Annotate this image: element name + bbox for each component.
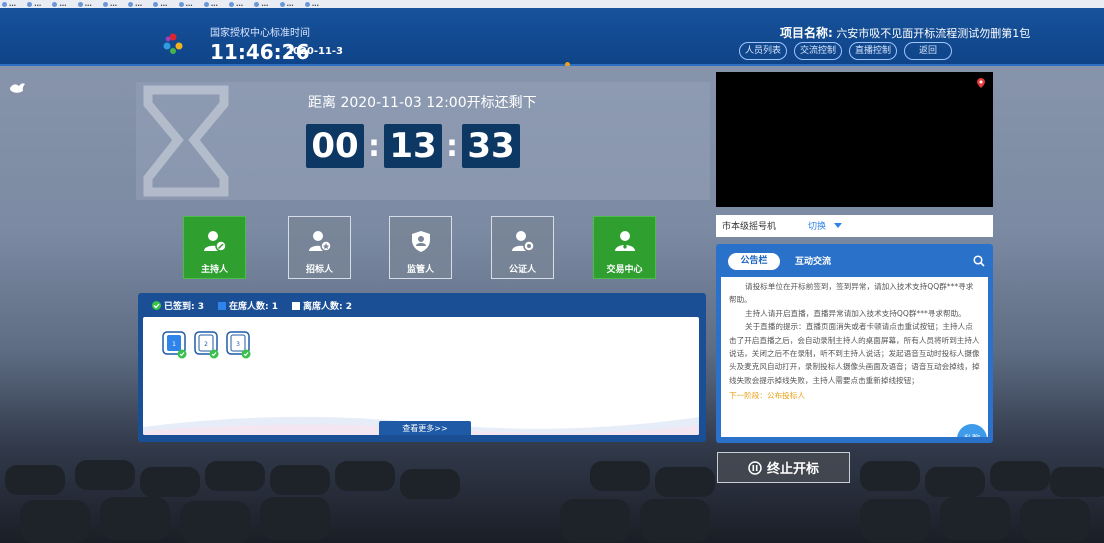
notice-paragraph: 请投标单位在开标前签到，签到异常，请加入技术支持QQ群***寻求帮助。 bbox=[729, 282, 974, 305]
absent-count: 离席人数: 2 bbox=[303, 302, 352, 312]
role-tenderer[interactable]: 招标人 bbox=[288, 216, 351, 279]
signed-stat: 已签到: 3 bbox=[152, 299, 204, 312]
signed-count: 已签到: 3 bbox=[164, 302, 204, 312]
notice-panel: 公告栏 互动交流 请投标单位在开标前签到，签到异常，请加入技术支持QQ群***寻… bbox=[716, 244, 993, 443]
role-label: 公证人 bbox=[508, 265, 536, 275]
bookmark-item[interactable]: … bbox=[52, 0, 66, 8]
seat[interactable]: 1 bbox=[161, 329, 187, 359]
bookmark-item[interactable]: … bbox=[229, 0, 243, 8]
chat-control-button[interactable]: 交流控制 bbox=[794, 42, 842, 60]
notary-icon bbox=[511, 231, 535, 252]
person-icon bbox=[614, 231, 635, 251]
seat-icon: 2 bbox=[194, 331, 219, 359]
notice-content: 请投标单位在开标前签到，签到异常，请加入技术支持QQ群***寻求帮助。 主持人请… bbox=[721, 277, 988, 437]
hourglass-icon bbox=[143, 85, 229, 197]
absent-square-icon bbox=[292, 301, 300, 310]
role-host[interactable]: 主持人 bbox=[183, 216, 246, 279]
countdown-separator: : bbox=[368, 128, 380, 164]
tab-bulletin[interactable]: 公告栏 bbox=[728, 253, 780, 270]
notice-paragraph: 主持人请开启直播，直播异常请加入技术支持QQ群***寻求帮助。 bbox=[745, 308, 966, 318]
bookmark-item[interactable]: … bbox=[178, 0, 193, 8]
pause-icon bbox=[748, 460, 762, 475]
countdown-hours: 00 bbox=[306, 124, 364, 168]
notice-paragraph: 关于直播的提示：直播页面消失或者卡顿请点击重试按钮；主持人点击了开启直播之后，会… bbox=[729, 322, 980, 385]
search-icon[interactable] bbox=[973, 255, 985, 267]
shield-icon bbox=[411, 231, 430, 252]
countdown-digits: 00 : 13 : 33 bbox=[306, 124, 520, 168]
header-buttons: 人员列表 交流控制 直播控制 返回 bbox=[739, 42, 952, 60]
countdown-minutes: 13 bbox=[384, 124, 442, 168]
lottery-machine-selector[interactable]: 市本级摇号机 切换 bbox=[716, 215, 993, 237]
personnel-list-button[interactable]: 人员列表 bbox=[739, 42, 787, 60]
bookmark-item[interactable]: … bbox=[203, 0, 218, 8]
seat-icon: 3 bbox=[226, 331, 251, 359]
role-trading-center[interactable]: 交易中心 bbox=[593, 216, 656, 279]
project-label: 项目名称: bbox=[780, 26, 833, 40]
bookmark-item[interactable]: … bbox=[254, 0, 268, 8]
switch-button[interactable]: 切换 bbox=[808, 219, 826, 232]
bookmark-bar: … … … … … … … … … … … … … bbox=[0, 0, 1104, 8]
location-pin-icon bbox=[977, 78, 985, 88]
header: 国家授权中心标准时间 11:46:26 2020-11-3 项目名称: 六安市吸… bbox=[0, 8, 1104, 66]
selector-label: 市本级摇号机 bbox=[722, 222, 777, 232]
countdown-panel: 距离 2020-11-03 12:00开标还剩下 00 : 13 : 33 bbox=[136, 82, 710, 200]
live-control-button[interactable]: 直播控制 bbox=[849, 42, 897, 60]
view-more-button[interactable]: 查看更多>> bbox=[379, 421, 471, 435]
host-icon bbox=[203, 231, 227, 252]
notice-text: 请投标单位在开标前签到，签到异常，请加入技术支持QQ群***寻求帮助。 主持人请… bbox=[721, 277, 988, 390]
attendance-panel: 已签到: 3 在席人数: 1 离席人数: 2 1 2 3 查看更多>> bbox=[138, 293, 706, 442]
bookmark-item[interactable]: … bbox=[304, 0, 319, 8]
role-label: 监管人 bbox=[406, 265, 434, 275]
seat[interactable]: 2 bbox=[193, 329, 219, 359]
bookmark-item[interactable]: … bbox=[27, 0, 41, 8]
role-label: 主持人 bbox=[200, 265, 228, 275]
role-notary[interactable]: 公证人 bbox=[491, 216, 554, 279]
seat-icon: 1 bbox=[162, 331, 187, 359]
video-player[interactable] bbox=[716, 72, 993, 207]
tab-interaction[interactable]: 互动交流 bbox=[795, 254, 831, 267]
seat[interactable]: 3 bbox=[225, 329, 251, 359]
logo-icon bbox=[163, 33, 183, 54]
countdown-seconds: 33 bbox=[462, 124, 520, 168]
check-circle-icon bbox=[152, 301, 161, 310]
svg-text:3: 3 bbox=[236, 341, 240, 348]
countdown-separator: : bbox=[446, 128, 458, 164]
seat-list: 1 2 3 bbox=[161, 329, 251, 359]
bookmark-item[interactable]: … bbox=[128, 0, 142, 8]
bird-icon[interactable] bbox=[8, 80, 26, 96]
bookmark-item[interactable]: … bbox=[77, 0, 92, 8]
seat-area: 1 2 3 查看更多>> bbox=[143, 317, 699, 435]
present-stat: 在席人数: 1 bbox=[218, 299, 278, 312]
present-count: 在席人数: 1 bbox=[229, 302, 278, 312]
stop-label: 终止开标 bbox=[766, 462, 819, 477]
bookmark-item[interactable]: … bbox=[2, 0, 16, 8]
svg-text:2: 2 bbox=[204, 341, 208, 348]
present-square-icon bbox=[218, 301, 226, 310]
role-supervisor[interactable]: 监管人 bbox=[389, 216, 452, 279]
chairs-background bbox=[5, 460, 1104, 543]
role-label: 招标人 bbox=[305, 265, 333, 275]
bookmark-item[interactable]: … bbox=[279, 0, 294, 8]
bookmark-item[interactable]: … bbox=[153, 0, 167, 8]
stop-opening-button[interactable]: 终止开标 bbox=[717, 452, 850, 483]
clock-label: 国家授权中心标准时间 bbox=[210, 28, 310, 39]
tenderer-icon bbox=[308, 231, 332, 252]
project-name: 六安市吸不见面开标流程测试勿删第1包 bbox=[836, 27, 1031, 40]
chevron-down-icon[interactable] bbox=[834, 223, 842, 228]
project-title: 项目名称: 六安市吸不见面开标流程测试勿删第1包 bbox=[780, 24, 1030, 41]
attendance-stats: 已签到: 3 在席人数: 1 离席人数: 2 bbox=[152, 299, 352, 312]
clock-date: 2020-11-3 bbox=[286, 46, 344, 57]
next-stage: 下一阶段：公布投标人 bbox=[729, 391, 805, 401]
private-chat-button[interactable]: 私聊 bbox=[957, 424, 987, 437]
absent-stat: 离席人数: 2 bbox=[292, 299, 352, 312]
bookmark-item[interactable]: … bbox=[102, 0, 117, 8]
countdown-label: 距离 2020-11-03 12:00开标还剩下 bbox=[308, 95, 537, 111]
role-label: 交易中心 bbox=[606, 265, 643, 275]
svg-text:1: 1 bbox=[172, 341, 176, 348]
back-button[interactable]: 返回 bbox=[904, 42, 952, 60]
